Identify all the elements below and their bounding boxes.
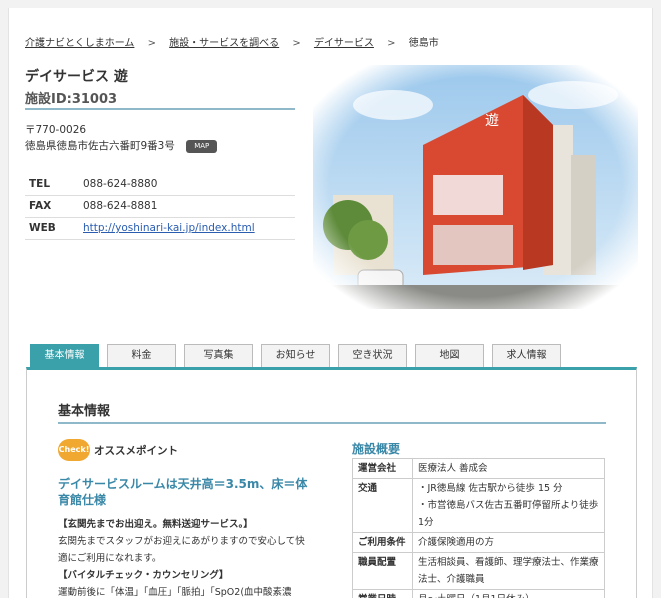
check-badge-icon: Check! [58, 439, 90, 461]
overview-value: 介護保険適用の方 [412, 532, 605, 553]
point2-heading: 【バイタルチェック・カウンセリング】 [58, 570, 229, 581]
postal-code: 〒770-0026 [25, 124, 87, 136]
tab-photos[interactable]: 写真集 [184, 344, 253, 367]
tel-value: 088-624-8880 [83, 173, 295, 196]
breadcrumb-separator: > [292, 38, 301, 49]
overview-row: 運営会社 医療法人 善成会 [352, 458, 605, 479]
tab-news[interactable]: お知らせ [261, 344, 330, 367]
point1-heading: 【玄関先までお出迎え。無料送迎サービス。】 [58, 519, 253, 530]
facility-photo: 遊 [313, 65, 638, 309]
section-heading: 基本情報 [58, 404, 111, 419]
title-divider [25, 108, 295, 110]
tab-jobs[interactable]: 求人情報 [492, 344, 561, 367]
tab-basic-info[interactable]: 基本情報 [30, 344, 99, 367]
contact-row-web: WEB http://yoshinari-kai.jp/index.html [25, 217, 295, 240]
breadcrumb-separator: > [147, 38, 156, 49]
overview-row: ご利用条件 介護保険適用の方 [352, 532, 605, 553]
contact-table: TEL 088-624-8880 FAX 088-624-8881 WEB ht… [25, 173, 295, 240]
facility-name: デイサービス 遊 [25, 69, 128, 85]
overview-table: 運営会社 医療法人 善成会 交通 ・JR徳島線 佐古駅から徒歩 15 分 ・市営… [352, 458, 605, 598]
point1-text: 玄関先までスタッフがお迎えにあがりますので安心して快適にご利用になれます。 [58, 536, 305, 564]
website-link[interactable]: http://yoshinari-kai.jp/index.html [83, 222, 255, 234]
recommend-title: デイサービスルームは天井高＝3.5m、床＝体育館仕様 [58, 477, 308, 507]
recommend-label: オススメポイント [94, 444, 178, 457]
tab-pricing[interactable]: 料金 [107, 344, 176, 367]
breadcrumb-search-link[interactable]: 施設・サービスを調べる [169, 38, 279, 49]
overview-key: 運営会社 [352, 458, 413, 479]
overview-value: 生活相談員、看護師、理学療法士、作業療法士、介護職員 [412, 552, 605, 590]
fax-label: FAX [25, 195, 83, 218]
breadcrumb-home-link[interactable]: 介護ナビとくしまホーム [25, 38, 134, 49]
recommend-header: Check! オススメポイント [58, 439, 178, 461]
breadcrumb: 介護ナビとくしまホーム > 施設・サービスを調べる > デイサービス > 徳島市 [25, 34, 439, 49]
contact-row-fax: FAX 088-624-8881 [25, 195, 295, 218]
overview-title: 施設概要 [352, 442, 401, 456]
tab-panel: 基本情報 Check! オススメポイント デイサービスルームは天井高＝3.5m、… [26, 367, 637, 598]
tel-label: TEL [25, 173, 83, 196]
point2-text: 運動前後に「体温」「血圧」「脈拍」「SpO2(血中酸素濃 [58, 587, 292, 598]
overview-value: ・JR徳島線 佐古駅から徒歩 15 分 ・市営徳島バス佐古五番町停留所より徒歩1… [412, 478, 605, 533]
recommend-body: 【玄関先までお出迎え。無料送迎サービス。】 玄関先までスタッフがお迎えにあがりま… [58, 516, 313, 598]
page: 介護ナビとくしまホーム > 施設・サービスを調べる > デイサービス > 徳島市… [8, 8, 653, 598]
breadcrumb-current: 徳島市 [408, 38, 439, 49]
overview-key: 営業日時 [352, 589, 413, 598]
contact-row-tel: TEL 088-624-8880 [25, 173, 295, 196]
web-label: WEB [25, 217, 83, 240]
facility-id: 施設ID:31003 [25, 92, 118, 107]
tab-bar: 基本情報 料金 写真集 お知らせ 空き状況 地図 求人情報 [30, 344, 569, 367]
overview-key: 交通 [352, 478, 413, 533]
overview-value: 医療法人 善成会 [412, 458, 605, 479]
tab-vacancy[interactable]: 空き状況 [338, 344, 407, 367]
facility-title: デイサービス 遊 施設ID:31003 [25, 66, 295, 107]
breadcrumb-category-link[interactable]: デイサービス [314, 38, 374, 49]
section-divider [58, 422, 606, 424]
breadcrumb-separator: > [387, 38, 396, 49]
map-button[interactable]: MAP [186, 139, 218, 153]
overview-row: 営業日時 月～土曜日（1月1日休み） [352, 589, 605, 598]
address-text: 徳島県徳島市佐古六番町9番3号 [25, 140, 175, 152]
overview-value: 月～土曜日（1月1日休み） [412, 589, 605, 598]
overview-row: 交通 ・JR徳島線 佐古駅から徒歩 15 分 ・市営徳島バス佐古五番町停留所より… [352, 478, 605, 533]
overview-key: 職員配置 [352, 552, 413, 590]
overview-key: ご利用条件 [352, 532, 413, 553]
fax-value: 088-624-8881 [83, 195, 295, 218]
overview-row: 職員配置 生活相談員、看護師、理学療法士、作業療法士、介護職員 [352, 552, 605, 590]
tab-map[interactable]: 地図 [415, 344, 484, 367]
address-block: 〒770-0026 徳島県徳島市佐古六番町9番3号 MAP [25, 122, 218, 154]
